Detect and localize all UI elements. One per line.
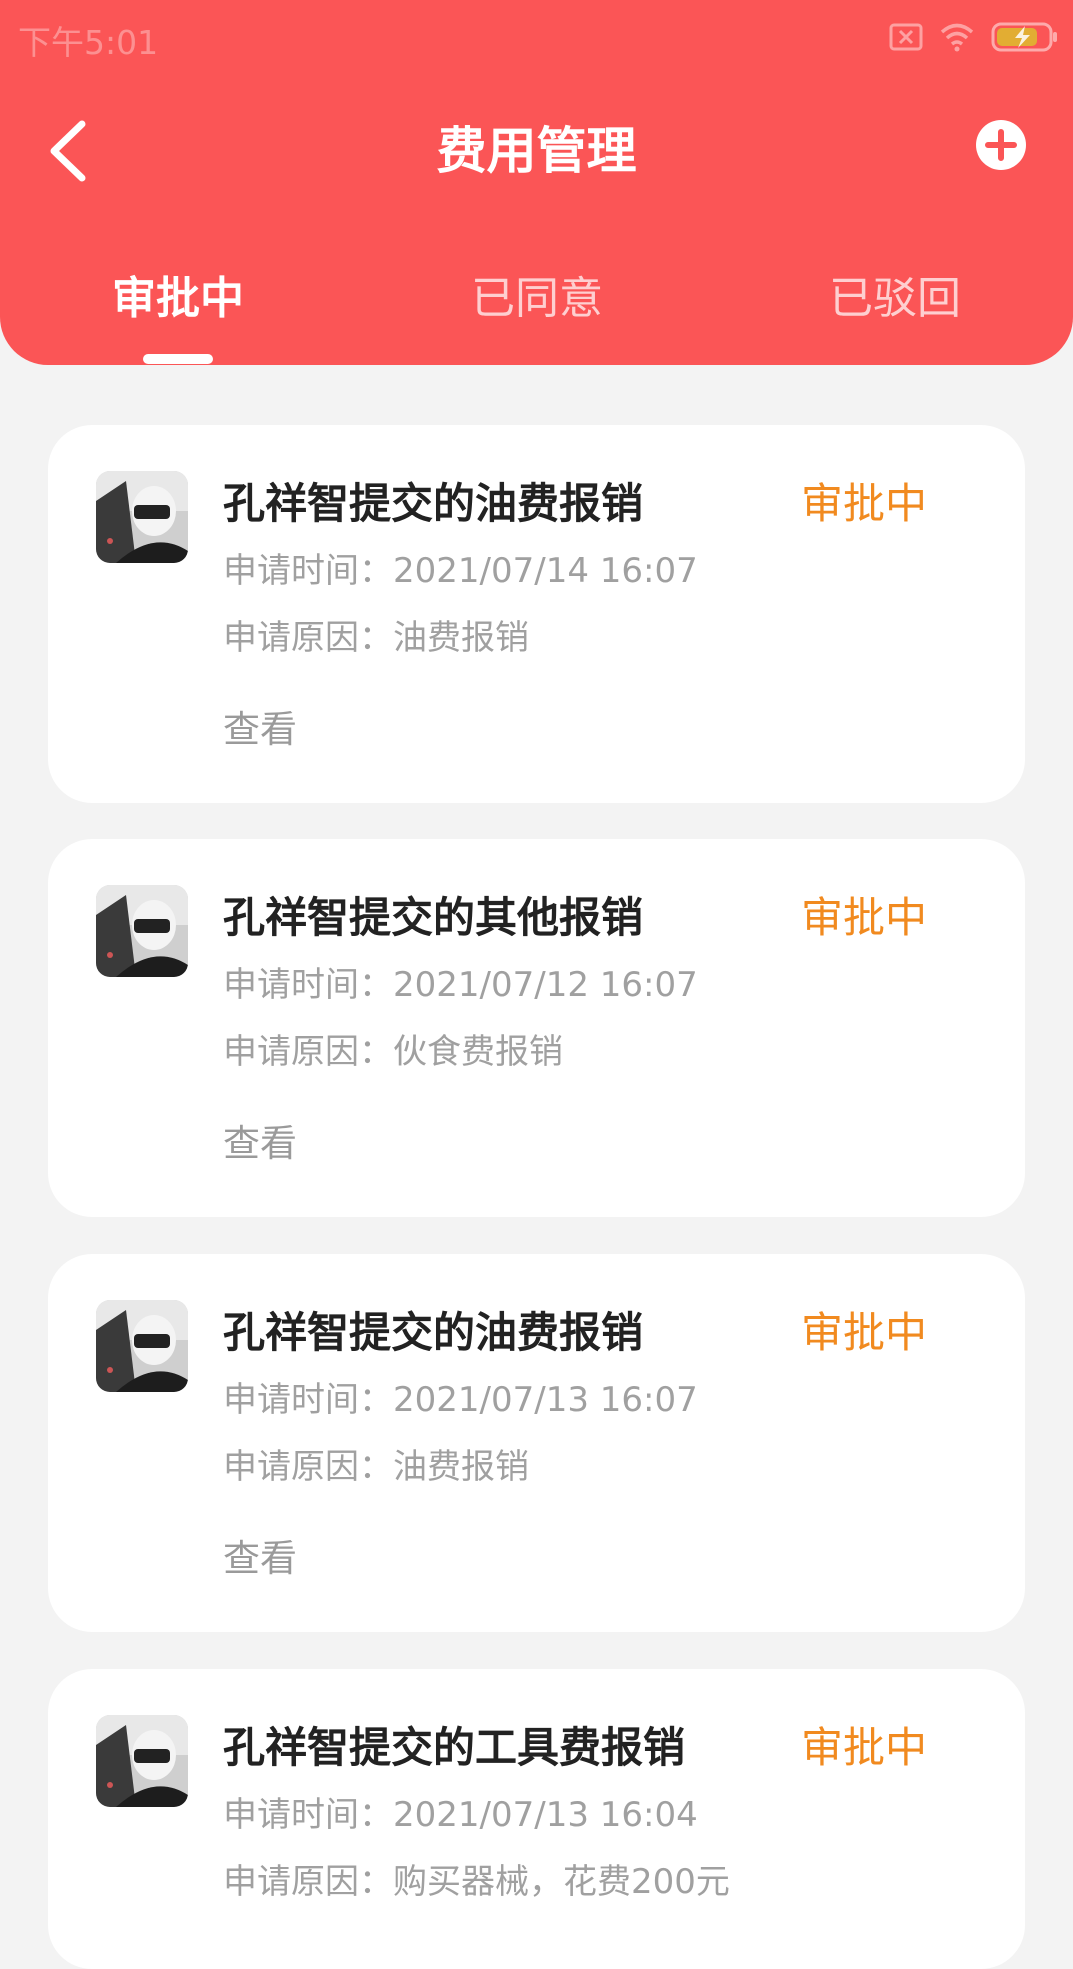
add-button[interactable] bbox=[975, 119, 1027, 171]
avatar bbox=[96, 471, 188, 563]
view-link[interactable]: 查看 bbox=[223, 1119, 297, 1169]
status-icons bbox=[889, 20, 1059, 54]
tab-pending[interactable]: 审批中 bbox=[58, 268, 298, 330]
status-badge: 审批中 bbox=[801, 1723, 928, 1772]
avatar bbox=[96, 1300, 188, 1392]
apply-reason: 申请原因：伙食费报销 bbox=[223, 1032, 563, 1072]
expense-card[interactable]: 孔祥智提交的油费报销 审批中 申请时间：2021/07/13 16:07 申请原… bbox=[48, 1254, 1025, 1632]
plus-circle-icon bbox=[976, 120, 1026, 170]
tab-active-indicator bbox=[143, 354, 213, 364]
tab-rejected[interactable]: 已驳回 bbox=[775, 268, 1015, 330]
apply-reason: 申请原因：购买器械，花费200元 bbox=[223, 1862, 730, 1902]
apply-time: 申请时间：2021/07/13 16:04 bbox=[223, 1795, 698, 1835]
page-title: 费用管理 bbox=[436, 122, 637, 180]
status-badge: 审批中 bbox=[801, 479, 928, 528]
status-badge: 审批中 bbox=[801, 893, 928, 942]
card-title: 孔祥智提交的其他报销 bbox=[223, 893, 644, 942]
expense-card[interactable]: 孔祥智提交的油费报销 审批中 申请时间：2021/07/14 16:07 申请原… bbox=[48, 425, 1025, 803]
tab-approved[interactable]: 已同意 bbox=[417, 268, 657, 330]
status-bar: 下午5:01 bbox=[0, 0, 1073, 74]
battery-charging-icon bbox=[991, 22, 1057, 52]
apply-reason: 申请原因：油费报销 bbox=[223, 618, 529, 658]
expense-card[interactable]: 孔祥智提交的其他报销 审批中 申请时间：2021/07/12 16:07 申请原… bbox=[48, 839, 1025, 1217]
apply-reason: 申请原因：油费报销 bbox=[223, 1447, 529, 1487]
app-header: 下午5:01 费用管理 审批中 已同意 已驳回 bbox=[0, 0, 1073, 365]
avatar bbox=[96, 1715, 188, 1807]
tab-bar: 审批中 已同意 已驳回 bbox=[0, 268, 1073, 364]
card-title: 孔祥智提交的油费报销 bbox=[223, 479, 644, 528]
apply-time: 申请时间：2021/07/14 16:07 bbox=[223, 551, 698, 591]
wifi-icon bbox=[940, 23, 974, 52]
sim-icon bbox=[889, 23, 923, 51]
card-title: 孔祥智提交的油费报销 bbox=[223, 1308, 644, 1357]
status-badge: 审批中 bbox=[801, 1308, 928, 1357]
apply-time: 申请时间：2021/07/12 16:07 bbox=[223, 965, 698, 1005]
status-time: 下午5:01 bbox=[18, 23, 159, 62]
view-link[interactable]: 查看 bbox=[223, 1534, 297, 1584]
expense-card[interactable]: 孔祥智提交的工具费报销 审批中 申请时间：2021/07/13 16:04 申请… bbox=[48, 1669, 1025, 1969]
view-link[interactable]: 查看 bbox=[223, 705, 297, 755]
apply-time: 申请时间：2021/07/13 16:07 bbox=[223, 1380, 698, 1420]
card-title: 孔祥智提交的工具费报销 bbox=[223, 1723, 686, 1772]
avatar bbox=[96, 885, 188, 977]
